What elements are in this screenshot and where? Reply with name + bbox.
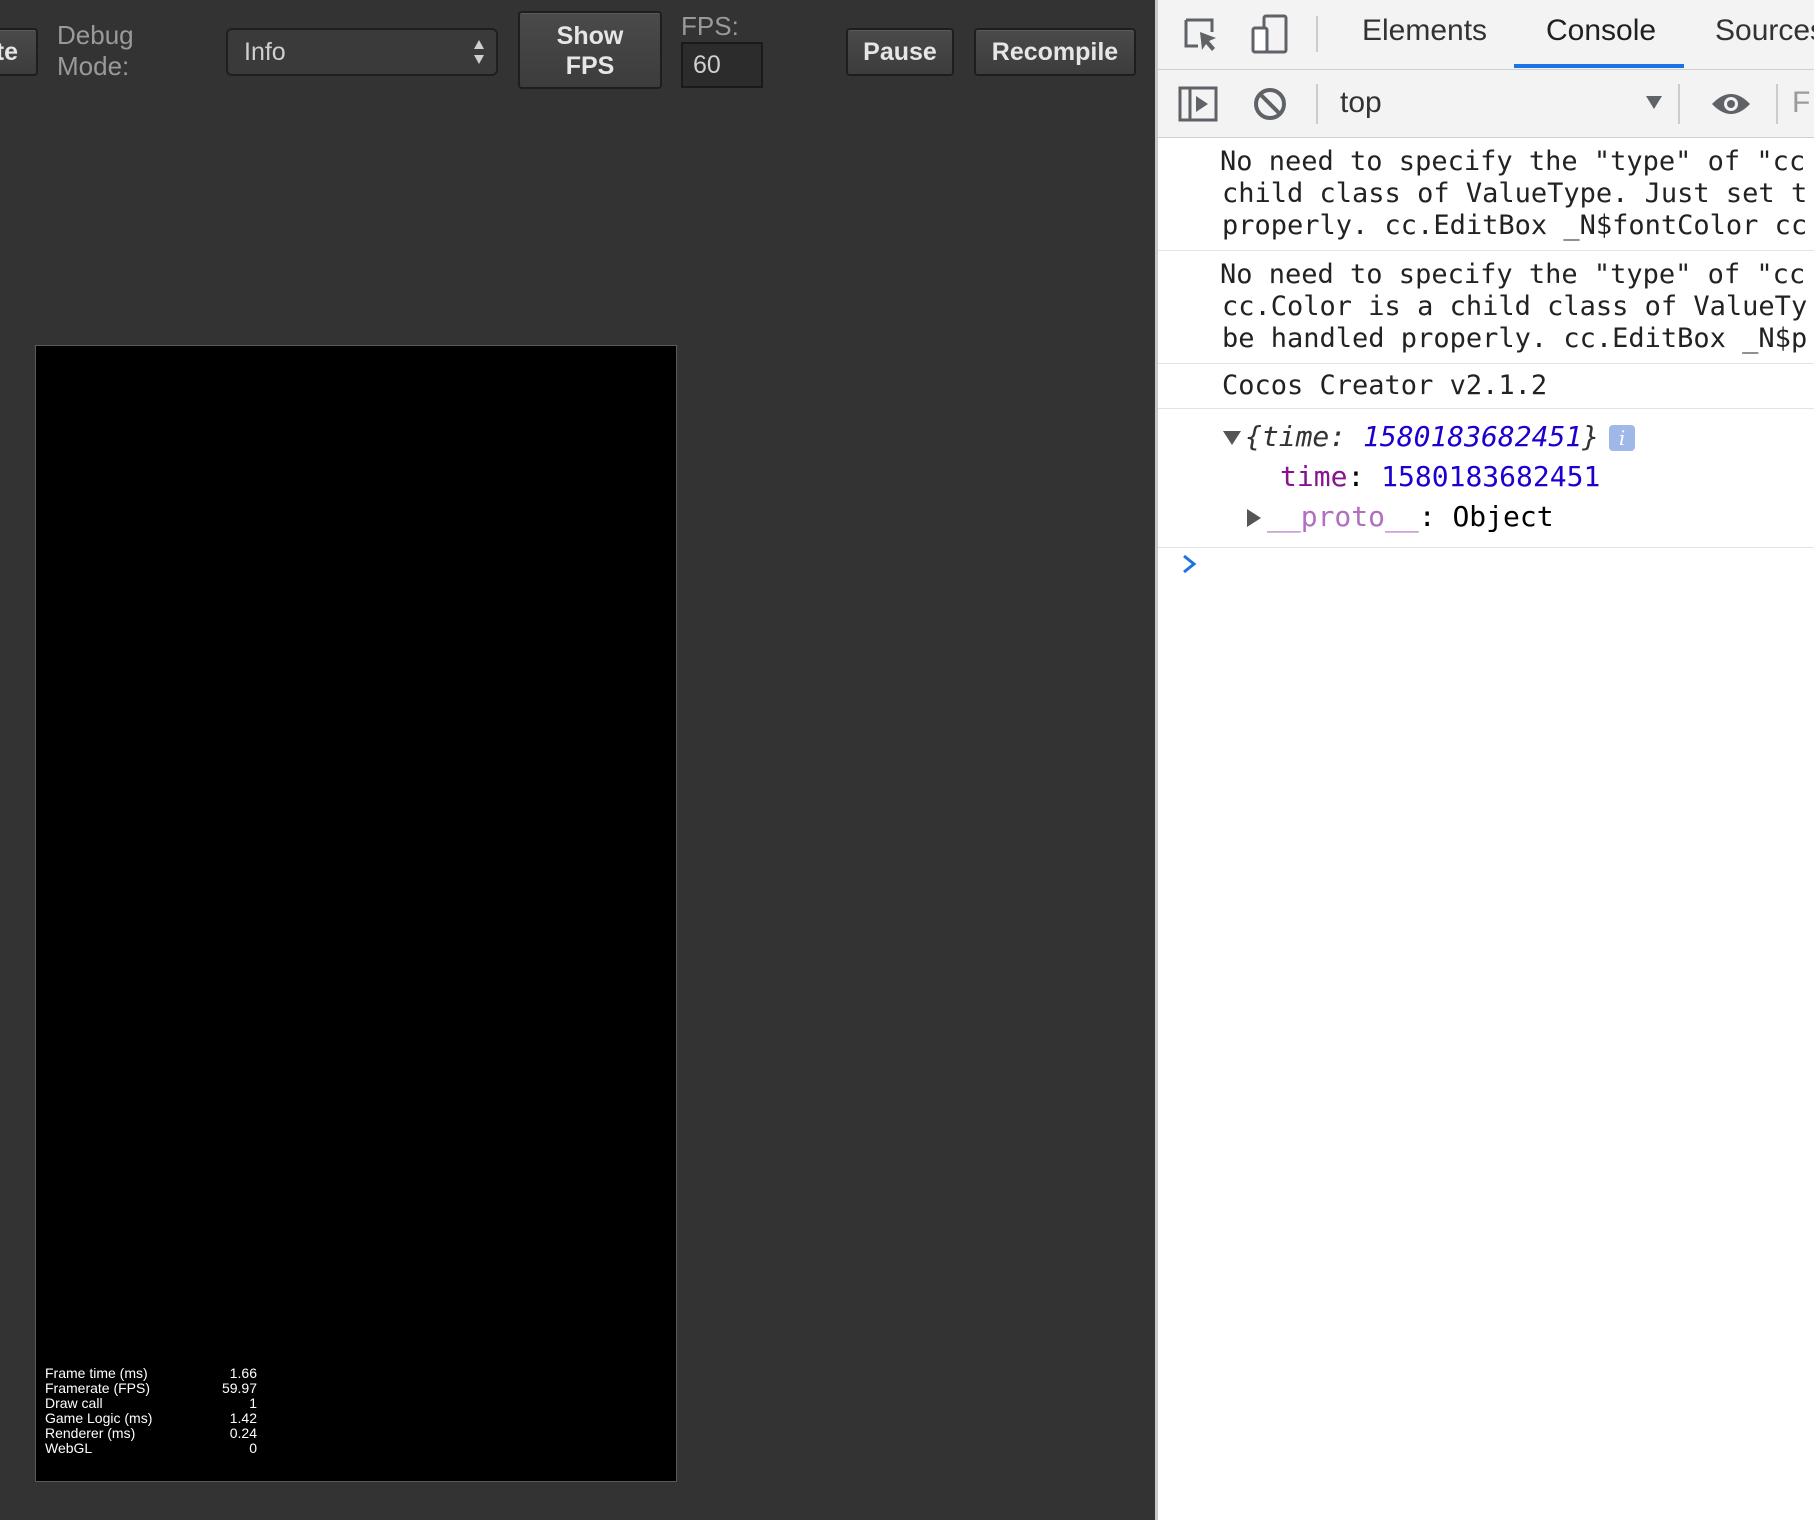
console-message-line: cc.Color is a child class of ValueTy	[1222, 291, 1808, 322]
console-message: Cocos Creator v2.1.2	[1158, 364, 1814, 409]
console-message-line: Cocos Creator v2.1.2	[1222, 370, 1548, 401]
show-fps-label-line2: FPS	[565, 52, 615, 80]
stat-row: Game Logic (ms) 1.42	[45, 1411, 257, 1426]
tab-sources[interactable]: Sources	[1715, 14, 1814, 48]
console-message-line: child class of ValueType. Just set t	[1222, 178, 1808, 209]
proto-value: Object	[1452, 500, 1554, 533]
console-message-line: be handled properly. cc.EditBox _N$p	[1222, 323, 1808, 354]
clear-console-icon[interactable]	[1252, 86, 1288, 122]
sidebar-toggle-icon[interactable]	[1178, 86, 1218, 122]
simulator-panel: te Debug Mode: Info Show FPS FPS: 60 Pau…	[0, 0, 1155, 1520]
recompile-button-label: Recompile	[991, 38, 1119, 66]
toolbar-separator	[1776, 84, 1778, 124]
console-message-line: properly. cc.EditBox _N$fontColor cc	[1222, 210, 1808, 241]
stat-row: Framerate (FPS) 59.97	[45, 1381, 257, 1396]
stat-row: Frame time (ms) 1.66	[45, 1366, 257, 1381]
console-message: No need to specify the "type" of "cc cc.…	[1158, 251, 1814, 364]
stat-value: 1.66	[229, 1365, 257, 1381]
pause-button-label: Pause	[863, 38, 937, 66]
toolbar-separator	[1678, 84, 1680, 124]
object-proto-row[interactable]: __proto__: Object	[1223, 497, 1814, 537]
stat-label: Frame time (ms)	[45, 1365, 148, 1381]
object-property-key: time	[1280, 460, 1348, 493]
game-canvas[interactable]	[35, 345, 677, 1482]
devtools-tab-bar: Elements Console Sources	[1158, 0, 1814, 70]
fps-input-value: 60	[693, 51, 721, 79]
rotate-button[interactable]: te	[0, 28, 38, 76]
debug-mode-label-line2: Mode:	[57, 51, 130, 81]
show-fps-label-line1: Show	[556, 22, 624, 50]
filter-input[interactable]: F	[1792, 86, 1810, 120]
object-preview[interactable]: {time: 1580183682451} i	[1223, 417, 1814, 457]
console-prompt-icon	[1183, 554, 1197, 574]
debug-mode-label-line1: Debug	[57, 20, 134, 50]
rotate-button-label: te	[0, 38, 18, 66]
tab-elements[interactable]: Elements	[1362, 14, 1487, 48]
object-preview-key: time	[1261, 420, 1330, 453]
stat-value: 0	[249, 1440, 257, 1456]
stat-value: 59.97	[221, 1380, 257, 1396]
debug-stats-panel: Frame time (ms) 1.66 Framerate (FPS) 59.97…	[45, 1366, 257, 1456]
simulator-toolbar: te Debug Mode: Info Show FPS FPS: 60 Pau…	[0, 0, 1155, 100]
device-toggle-icon[interactable]	[1250, 14, 1290, 54]
select-arrows-icon	[474, 40, 484, 64]
active-tab-indicator	[1514, 64, 1684, 68]
show-fps-button[interactable]: Show FPS	[518, 11, 662, 89]
object-preview-colon: :	[1329, 420, 1364, 453]
pause-button[interactable]: Pause	[846, 28, 954, 76]
proto-key: __proto__	[1267, 500, 1419, 533]
stat-value: 1.42	[229, 1410, 257, 1426]
inspect-element-icon[interactable]	[1182, 16, 1220, 54]
stat-label: WebGL	[45, 1440, 93, 1456]
debug-mode-label: Debug Mode:	[57, 20, 134, 82]
tab-console[interactable]: Console	[1546, 14, 1656, 48]
collapse-triangle-icon[interactable]	[1247, 509, 1261, 527]
recompile-button[interactable]: Recompile	[974, 28, 1136, 76]
debug-mode-value: Info	[244, 38, 286, 66]
toolbar-separator	[1316, 84, 1318, 124]
expand-triangle-icon[interactable]	[1223, 431, 1241, 445]
context-value: top	[1340, 86, 1382, 119]
stat-label: Framerate (FPS)	[45, 1380, 151, 1396]
stat-label: Game Logic (ms)	[45, 1410, 153, 1426]
context-selector[interactable]: top	[1340, 86, 1382, 120]
stat-value: 0.24	[229, 1425, 257, 1441]
dropdown-arrow-icon[interactable]	[1644, 94, 1664, 110]
console-message: No need to specify the "type" of "cc chi…	[1158, 138, 1814, 251]
proto-colon: :	[1418, 500, 1453, 533]
stat-label: Renderer (ms)	[45, 1425, 136, 1441]
object-brace-open: {	[1245, 420, 1262, 453]
live-expression-eye-icon[interactable]	[1710, 90, 1752, 118]
fps-label: FPS:	[681, 11, 739, 41]
tab-separator	[1316, 16, 1318, 52]
devtools-panel: Elements Console Sources top F	[1155, 0, 1814, 1520]
console-message-line: No need to specify the "type" of "cc	[1220, 259, 1806, 290]
object-preview-value: 1580183682451	[1363, 420, 1583, 453]
stat-label: Draw call	[45, 1395, 103, 1411]
object-brace-close: }	[1582, 420, 1600, 453]
stat-row: Draw call 1	[45, 1396, 257, 1411]
fps-input[interactable]: 60	[681, 42, 763, 88]
object-property-row: time: 1580183682451	[1223, 457, 1814, 497]
console-message-line: No need to specify the "type" of "cc	[1220, 146, 1806, 177]
stat-value: 1	[249, 1395, 257, 1411]
stat-row: WebGL 0	[45, 1441, 257, 1456]
console-toolbar: top F	[1158, 70, 1814, 138]
info-badge-icon[interactable]: i	[1609, 425, 1636, 451]
object-property-colon: :	[1347, 460, 1382, 493]
stat-row: Renderer (ms) 0.24	[45, 1426, 257, 1441]
console-output: No need to specify the "type" of "cc chi…	[1158, 138, 1814, 548]
console-object-entry: {time: 1580183682451} i time: 15801836824…	[1158, 409, 1814, 548]
debug-mode-select[interactable]: Info	[226, 28, 498, 76]
object-property-value: 1580183682451	[1381, 460, 1601, 493]
